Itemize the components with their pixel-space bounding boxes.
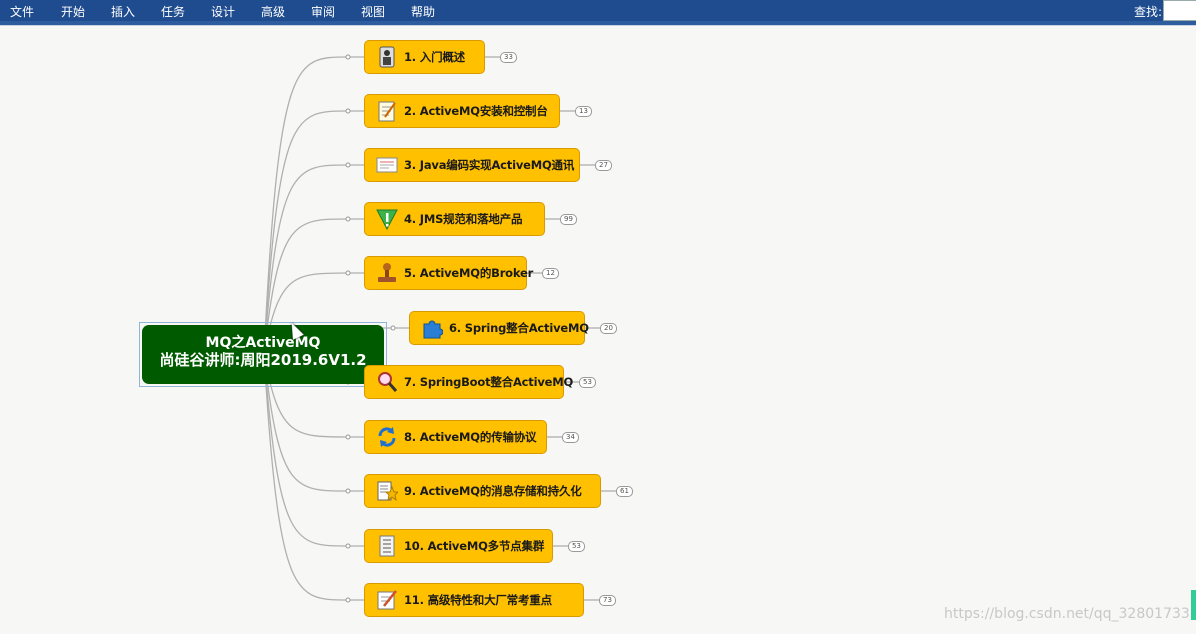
topic-10-count[interactable]: 53 [568, 541, 585, 552]
topic-6-label: 6. Spring整合ActiveMQ [449, 321, 589, 335]
connector-1 [263, 56, 364, 355]
topic-1-count[interactable]: 33 [500, 52, 517, 63]
connector-dot-10 [345, 543, 351, 549]
side-panel-tab[interactable] [1191, 590, 1196, 620]
topic-9-label: 9. ActiveMQ的消息存储和持久化 [404, 484, 582, 498]
topic-5-label: 5. ActiveMQ的Broker [404, 266, 534, 280]
menu-review[interactable]: 审阅 [311, 3, 335, 20]
topic-9-count[interactable]: 61 [616, 486, 633, 497]
connector-dot-8 [345, 434, 351, 440]
topic-11-label: 11. 高级特性和大厂常考重点 [404, 593, 552, 607]
topic-4-count[interactable]: 99 [560, 214, 577, 225]
menu-bar: 文件 开始 插入 任务 设计 高级 审阅 视图 帮助 查找: [0, 0, 1196, 21]
puzzle-icon [421, 317, 444, 339]
connector-dot-11 [345, 597, 351, 603]
search-input[interactable] [1163, 0, 1196, 21]
menu-design[interactable]: 设计 [211, 3, 235, 20]
menu-advanced[interactable]: 高级 [261, 3, 285, 20]
menu-help[interactable]: 帮助 [411, 3, 435, 20]
topic-3-label: 3. Java编码实现ActiveMQ通讯 [404, 158, 575, 172]
notepad-icon [376, 100, 398, 122]
topic-3[interactable]: 3. Java编码实现ActiveMQ通讯 [364, 148, 580, 182]
topic-5[interactable]: 5. ActiveMQ的Broker [364, 256, 533, 290]
central-topic-title: MQ之ActiveMQ [205, 335, 321, 351]
topic-8[interactable]: 8. ActiveMQ的传输协议 [364, 420, 547, 454]
topic-5-count[interactable]: 12 [542, 268, 559, 279]
topic-10[interactable]: 10. ActiveMQ多节点集群 [364, 529, 553, 563]
connector-11 [263, 353, 364, 601]
central-topic-box: MQ之ActiveMQ 尚硅谷讲师:周阳2019.6V1.2 [142, 325, 384, 384]
connector-2 [263, 110, 364, 355]
central-topic-subtitle: 尚硅谷讲师:周阳2019.6V1.2 [159, 351, 367, 369]
menu-insert[interactable]: 插入 [111, 3, 135, 20]
topic-10-label: 10. ActiveMQ多节点集群 [404, 539, 545, 553]
connector-dot-5 [345, 270, 351, 276]
topic-3-count[interactable]: 27 [595, 160, 612, 171]
topic-8-label: 8. ActiveMQ的传输协议 [404, 430, 537, 444]
mindmap-canvas[interactable]: MQ之ActiveMQ 尚硅谷讲师:周阳2019.6V1.2 1. 入门概述 3… [0, 26, 1196, 634]
connector-dot-6 [390, 325, 396, 331]
menu-home[interactable]: 开始 [61, 3, 85, 20]
edit-icon [376, 589, 398, 611]
topic-6-count[interactable]: 20 [600, 323, 617, 334]
menu-file[interactable]: 文件 [10, 3, 34, 20]
topic-4-label: 4. JMS规范和落地产品 [404, 212, 523, 226]
document-star-icon [376, 480, 400, 502]
stamp-icon [376, 262, 398, 284]
watermark: https://blog.csdn.net/qq_32801733 [944, 606, 1190, 622]
topic-7[interactable]: 7. SpringBoot整合ActiveMQ [364, 365, 573, 399]
topic-2[interactable]: 2. ActiveMQ安装和控制台 [364, 94, 560, 128]
topic-9[interactable]: 9. ActiveMQ的消息存储和持久化 [364, 474, 601, 508]
topic-2-count[interactable]: 13 [575, 106, 592, 117]
topic-1-label: 1. 入门概述 [404, 50, 465, 64]
menu-view[interactable]: 视图 [361, 3, 385, 20]
topic-11-count[interactable]: 73 [599, 595, 616, 606]
person-icon [376, 46, 398, 68]
topic-6[interactable]: 6. Spring整合ActiveMQ [409, 311, 589, 345]
topic-7-count[interactable]: 53 [579, 377, 596, 388]
checklist-icon [376, 535, 398, 557]
topic-1[interactable]: 1. 入门概述 [364, 40, 485, 74]
topic-7-label: 7. SpringBoot整合ActiveMQ [404, 375, 574, 389]
connector-dot-9 [345, 488, 351, 494]
certificate-icon [376, 154, 398, 176]
topic-2-label: 2. ActiveMQ安装和控制台 [404, 104, 548, 118]
connector-dot-1 [345, 54, 351, 60]
connector-dot-2 [345, 108, 351, 114]
topic-8-count[interactable]: 34 [562, 432, 579, 443]
warning-icon [376, 208, 398, 231]
connector-dot-3 [345, 162, 351, 168]
topic-11[interactable]: 11. 高级特性和大厂常考重点 [364, 583, 584, 617]
magnifier-icon [376, 371, 398, 393]
search-label: 查找: [1134, 5, 1163, 19]
topic-4[interactable]: 4. JMS规范和落地产品 [364, 202, 545, 236]
connector-dot-4 [345, 216, 351, 222]
refresh-icon [376, 426, 398, 448]
menu-task[interactable]: 任务 [161, 3, 185, 20]
central-topic[interactable]: MQ之ActiveMQ 尚硅谷讲师:周阳2019.6V1.2 [139, 322, 387, 387]
